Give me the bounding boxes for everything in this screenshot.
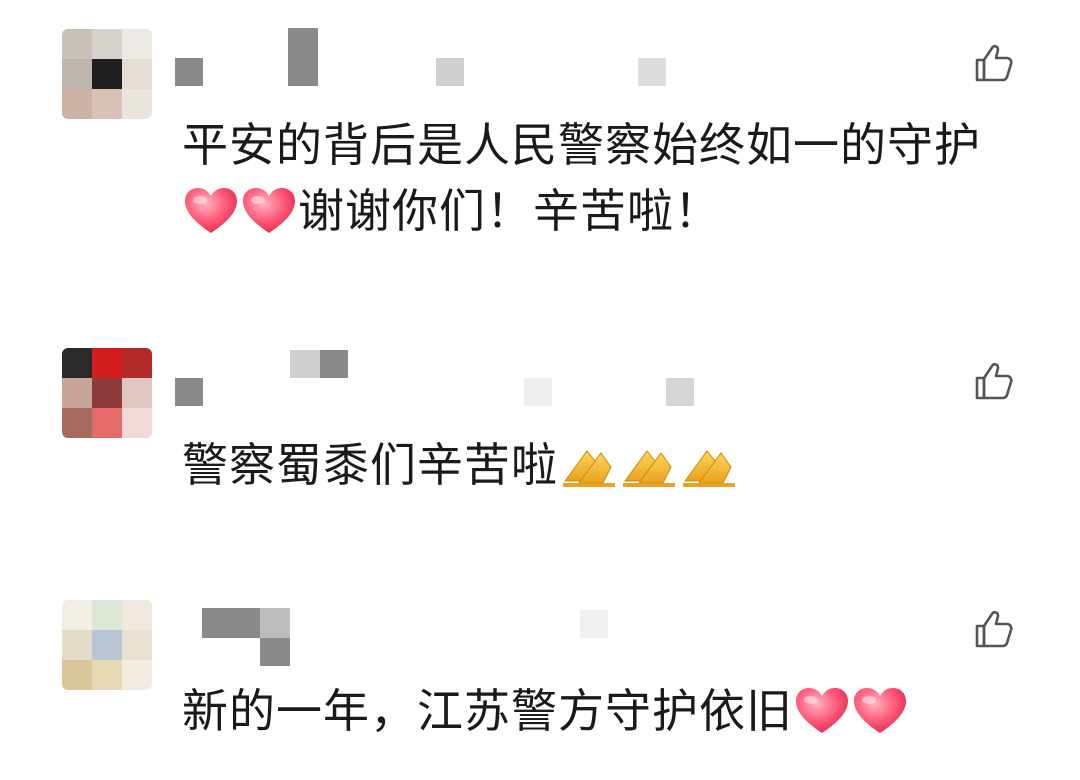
thumbs-up-icon[interactable] xyxy=(968,356,1018,406)
comment-text-part: 警察蜀黍们辛苦啦 xyxy=(182,438,558,492)
comment-text-part: 平安的背后是人民警察始终如一的守护 xyxy=(182,118,981,172)
thumbs-up-icon[interactable] xyxy=(968,38,1018,88)
thumbs-up-icon[interactable] xyxy=(968,604,1018,654)
avatar[interactable] xyxy=(62,600,152,690)
username-mosaic[interactable] xyxy=(170,580,730,666)
pray-hands-icon xyxy=(679,441,737,508)
avatar[interactable] xyxy=(62,348,152,438)
comment-text-part: 新的一年，江苏警方守护依旧 xyxy=(182,684,793,738)
username-mosaic[interactable] xyxy=(170,0,730,86)
heart-icon xyxy=(794,687,850,754)
pray-hands-icon xyxy=(559,441,617,508)
heart-icon xyxy=(241,187,297,254)
comment-text-part: 谢谢你们！辛苦啦！ xyxy=(298,184,721,238)
comment-text: 警察蜀黍们辛苦啦 xyxy=(182,432,1012,508)
avatar[interactable] xyxy=(62,29,152,119)
heart-icon xyxy=(852,687,908,754)
username-mosaic[interactable] xyxy=(170,320,730,406)
heart-icon xyxy=(183,187,239,254)
comment-text: 新的一年，江苏警方守护依旧 xyxy=(182,678,1012,754)
pray-hands-icon xyxy=(619,441,677,508)
comment-text: 平安的背后是人民警察始终如一的守护谢谢你们！辛苦啦！ xyxy=(182,112,1012,254)
